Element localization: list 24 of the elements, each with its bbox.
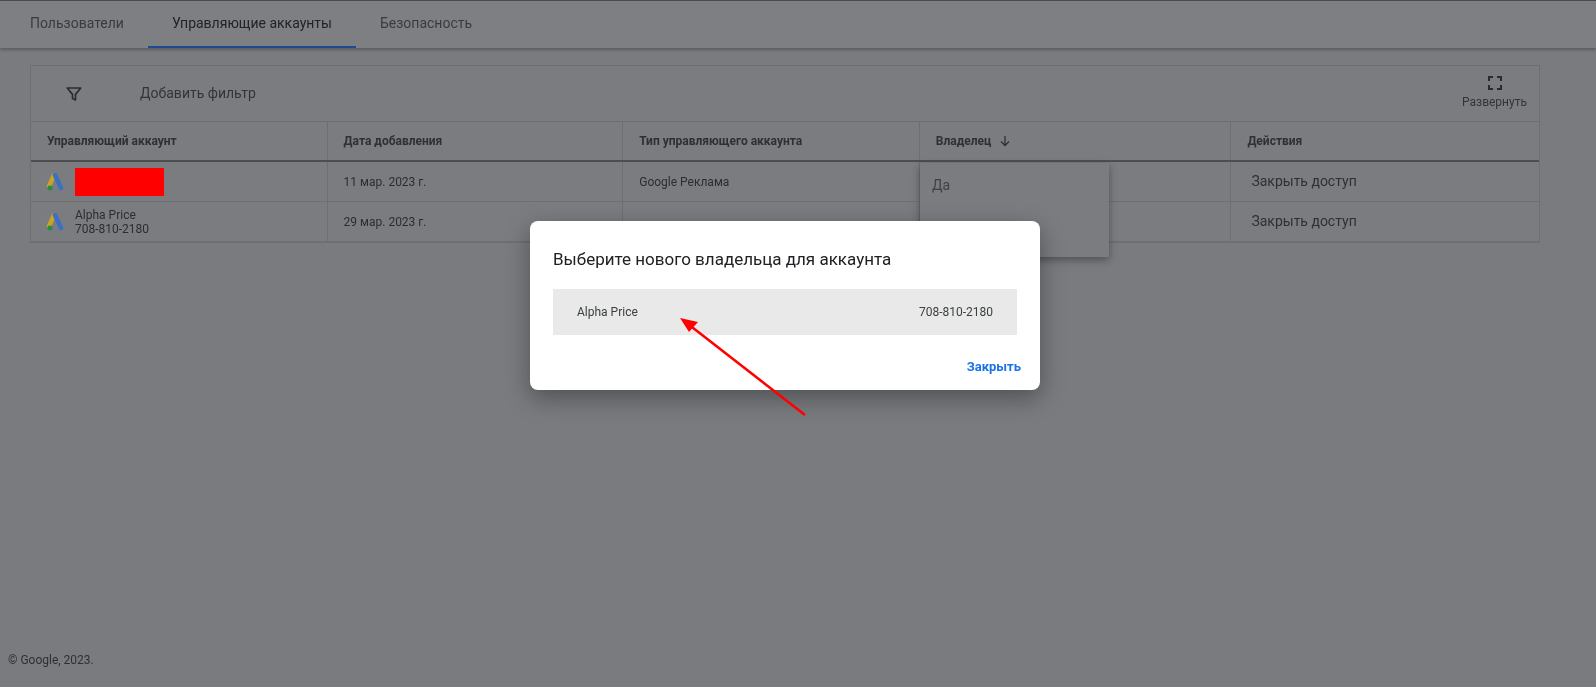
column-header[interactable]: Действия bbox=[1231, 122, 1539, 160]
column-header[interactable]: Тип управляющего аккаунта bbox=[623, 122, 920, 160]
tab[interactable]: Управляющие аккаунты bbox=[147, 1, 356, 48]
fullscreen-icon bbox=[1487, 76, 1502, 90]
tab[interactable]: Пользователи bbox=[6, 1, 148, 48]
add-filter-button[interactable]: Добавить фильтр bbox=[140, 83, 256, 104]
close-button[interactable]: Закрыть bbox=[966, 356, 1021, 376]
expand-button[interactable]: Развернуть bbox=[1462, 76, 1527, 111]
column-header[interactable]: Дата добавления bbox=[327, 122, 624, 160]
footer-text: © Google, 2023. bbox=[8, 652, 94, 669]
account-id: 708-810-2180 bbox=[75, 221, 150, 236]
column-header[interactable]: Управляющий аккаунт bbox=[31, 122, 328, 160]
table-cell-text: 11 мар. 2023 г. bbox=[343, 173, 427, 191]
dialog-title: Выберите нового владельца для аккаунта bbox=[553, 248, 893, 271]
table-cell-text: Google Реклама bbox=[639, 173, 730, 191]
revoke-access-link[interactable]: Закрыть доступ bbox=[1251, 211, 1357, 232]
owner-option[interactable]: Alpha Price 708-810-2180 bbox=[553, 288, 1017, 335]
tab[interactable]: Безопасность bbox=[355, 1, 497, 48]
filter-icon[interactable] bbox=[65, 84, 83, 103]
table-cell-text: 29 мар. 2023 г. bbox=[343, 213, 427, 231]
revoke-access-link[interactable]: Закрыть доступ bbox=[1251, 171, 1357, 192]
menu-option[interactable]: Да bbox=[932, 175, 1097, 196]
column-header[interactable]: Владелец bbox=[919, 122, 1232, 160]
account-title: Alpha Price bbox=[75, 207, 137, 222]
